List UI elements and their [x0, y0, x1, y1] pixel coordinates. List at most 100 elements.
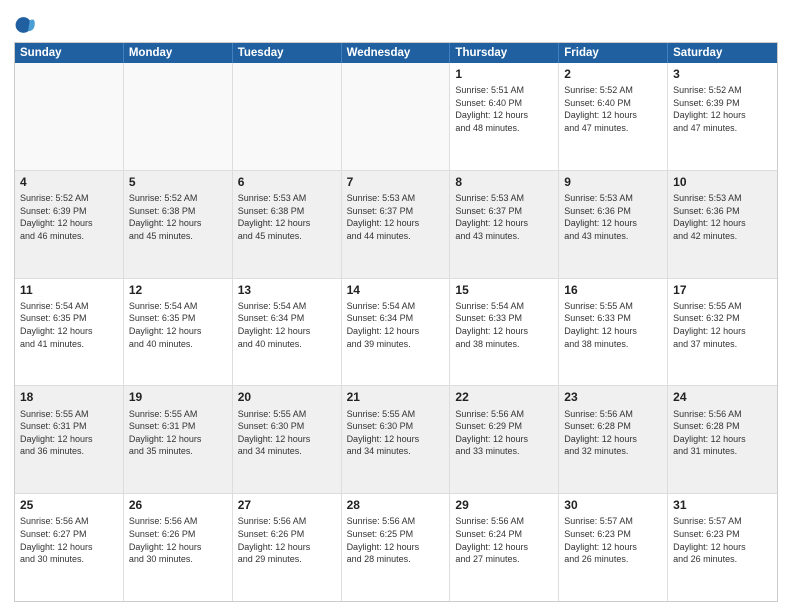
cell-info: Sunrise: 5:56 AM Sunset: 6:27 PM Dayligh… — [20, 515, 118, 565]
cell-info: Sunrise: 5:52 AM Sunset: 6:38 PM Dayligh… — [129, 192, 227, 242]
weekday-header: Tuesday — [233, 43, 342, 63]
cell-info: Sunrise: 5:55 AM Sunset: 6:31 PM Dayligh… — [129, 408, 227, 458]
calendar-cell: 18 Sunrise: 5:55 AM Sunset: 6:31 PM Dayli… — [15, 386, 124, 493]
day-number: 19 — [129, 389, 227, 405]
calendar-cell: 4 Sunrise: 5:52 AM Sunset: 6:39 PM Daylig… — [15, 171, 124, 278]
day-number: 13 — [238, 282, 336, 298]
calendar-cell — [233, 63, 342, 170]
cell-info: Sunrise: 5:57 AM Sunset: 6:23 PM Dayligh… — [564, 515, 662, 565]
day-number: 3 — [673, 66, 772, 82]
calendar-cell: 11Sunrise: 5:54 AM Sunset: 6:35 PM Dayli… — [15, 279, 124, 386]
cell-info: Sunrise: 5:56 AM Sunset: 6:28 PM Dayligh… — [673, 408, 772, 458]
cell-info: Sunrise: 5:51 AM Sunset: 6:40 PM Dayligh… — [455, 84, 553, 134]
cell-info: Sunrise: 5:56 AM Sunset: 6:24 PM Dayligh… — [455, 515, 553, 565]
calendar-cell: 19 Sunrise: 5:55 AM Sunset: 6:31 PM Dayli… — [124, 386, 233, 493]
calendar-week-row: 11Sunrise: 5:54 AM Sunset: 6:35 PM Dayli… — [15, 279, 777, 387]
calendar-cell: 3Sunrise: 5:52 AM Sunset: 6:39 PM Daylig… — [668, 63, 777, 170]
cell-info: Sunrise: 5:55 AM Sunset: 6:30 PM Dayligh… — [347, 408, 445, 458]
day-number: 5 — [129, 174, 227, 190]
day-number: 15 — [455, 282, 553, 298]
calendar-cell: 6 Sunrise: 5:53 AM Sunset: 6:38 PM Daylig… — [233, 171, 342, 278]
calendar-cell: 26Sunrise: 5:56 AM Sunset: 6:26 PM Dayli… — [124, 494, 233, 601]
weekday-header: Saturday — [668, 43, 777, 63]
cell-info: Sunrise: 5:56 AM Sunset: 6:26 PM Dayligh… — [238, 515, 336, 565]
calendar-cell: 30Sunrise: 5:57 AM Sunset: 6:23 PM Dayli… — [559, 494, 668, 601]
cell-info: Sunrise: 5:56 AM Sunset: 6:26 PM Dayligh… — [129, 515, 227, 565]
day-number: 20 — [238, 389, 336, 405]
day-number: 29 — [455, 497, 553, 513]
calendar-cell: 8 Sunrise: 5:53 AM Sunset: 6:37 PM Daylig… — [450, 171, 559, 278]
weekday-header: Sunday — [15, 43, 124, 63]
cell-info: Sunrise: 5:55 AM Sunset: 6:33 PM Dayligh… — [564, 300, 662, 350]
day-number: 21 — [347, 389, 445, 405]
cell-info: Sunrise: 5:54 AM Sunset: 6:35 PM Dayligh… — [129, 300, 227, 350]
logo-icon — [14, 14, 36, 36]
day-number: 28 — [347, 497, 445, 513]
day-number: 1 — [455, 66, 553, 82]
day-number: 9 — [564, 174, 662, 190]
calendar-cell: 2 Sunrise: 5:52 AM Sunset: 6:40 PM Daylig… — [559, 63, 668, 170]
calendar-cell: 23 Sunrise: 5:56 AM Sunset: 6:28 PM Dayli… — [559, 386, 668, 493]
cell-info: Sunrise: 5:56 AM Sunset: 6:29 PM Dayligh… — [455, 408, 553, 458]
day-number: 23 — [564, 389, 662, 405]
page: SundayMondayTuesdayWednesdayThursdayFrid… — [0, 0, 792, 612]
calendar-cell: 1 Sunrise: 5:51 AM Sunset: 6:40 PM Daylig… — [450, 63, 559, 170]
calendar-cell: 10Sunrise: 5:53 AM Sunset: 6:36 PM Dayli… — [668, 171, 777, 278]
cell-info: Sunrise: 5:54 AM Sunset: 6:34 PM Dayligh… — [238, 300, 336, 350]
calendar-cell — [15, 63, 124, 170]
calendar-week-row: 25 Sunrise: 5:56 AM Sunset: 6:27 PM Dayli… — [15, 494, 777, 601]
calendar-cell: 15 Sunrise: 5:54 AM Sunset: 6:33 PM Dayli… — [450, 279, 559, 386]
day-number: 12 — [129, 282, 227, 298]
day-number: 17 — [673, 282, 772, 298]
calendar-cell: 14Sunrise: 5:54 AM Sunset: 6:34 PM Dayli… — [342, 279, 451, 386]
cell-info: Sunrise: 5:55 AM Sunset: 6:32 PM Dayligh… — [673, 300, 772, 350]
day-number: 25 — [20, 497, 118, 513]
weekday-header: Wednesday — [342, 43, 451, 63]
weekday-header: Thursday — [450, 43, 559, 63]
day-number: 24 — [673, 389, 772, 405]
calendar-cell: 27 Sunrise: 5:56 AM Sunset: 6:26 PM Dayli… — [233, 494, 342, 601]
day-number: 6 — [238, 174, 336, 190]
cell-info: Sunrise: 5:52 AM Sunset: 6:40 PM Dayligh… — [564, 84, 662, 134]
calendar-cell: 13 Sunrise: 5:54 AM Sunset: 6:34 PM Dayli… — [233, 279, 342, 386]
calendar-cell: 22 Sunrise: 5:56 AM Sunset: 6:29 PM Dayli… — [450, 386, 559, 493]
day-number: 4 — [20, 174, 118, 190]
cell-info: Sunrise: 5:53 AM Sunset: 6:38 PM Dayligh… — [238, 192, 336, 242]
day-number: 22 — [455, 389, 553, 405]
calendar-cell — [124, 63, 233, 170]
logo — [14, 14, 40, 36]
calendar-cell: 28 Sunrise: 5:56 AM Sunset: 6:25 PM Dayli… — [342, 494, 451, 601]
day-number: 18 — [20, 389, 118, 405]
cell-info: Sunrise: 5:52 AM Sunset: 6:39 PM Dayligh… — [20, 192, 118, 242]
calendar-body: 1 Sunrise: 5:51 AM Sunset: 6:40 PM Daylig… — [15, 63, 777, 601]
calendar: SundayMondayTuesdayWednesdayThursdayFrid… — [14, 42, 778, 602]
cell-info: Sunrise: 5:56 AM Sunset: 6:25 PM Dayligh… — [347, 515, 445, 565]
day-number: 10 — [673, 174, 772, 190]
calendar-cell: 17 Sunrise: 5:55 AM Sunset: 6:32 PM Dayli… — [668, 279, 777, 386]
cell-info: Sunrise: 5:56 AM Sunset: 6:28 PM Dayligh… — [564, 408, 662, 458]
calendar-cell: 25 Sunrise: 5:56 AM Sunset: 6:27 PM Dayli… — [15, 494, 124, 601]
day-number: 31 — [673, 497, 772, 513]
cell-info: Sunrise: 5:54 AM Sunset: 6:33 PM Dayligh… — [455, 300, 553, 350]
weekday-header: Monday — [124, 43, 233, 63]
calendar-cell: 20Sunrise: 5:55 AM Sunset: 6:30 PM Dayli… — [233, 386, 342, 493]
calendar-cell: 5 Sunrise: 5:52 AM Sunset: 6:38 PM Daylig… — [124, 171, 233, 278]
day-number: 14 — [347, 282, 445, 298]
calendar-cell: 21 Sunrise: 5:55 AM Sunset: 6:30 PM Dayli… — [342, 386, 451, 493]
day-number: 2 — [564, 66, 662, 82]
cell-info: Sunrise: 5:53 AM Sunset: 6:36 PM Dayligh… — [564, 192, 662, 242]
cell-info: Sunrise: 5:57 AM Sunset: 6:23 PM Dayligh… — [673, 515, 772, 565]
day-number: 16 — [564, 282, 662, 298]
cell-info: Sunrise: 5:53 AM Sunset: 6:37 PM Dayligh… — [455, 192, 553, 242]
calendar-header: SundayMondayTuesdayWednesdayThursdayFrid… — [15, 43, 777, 63]
calendar-cell: 29 Sunrise: 5:56 AM Sunset: 6:24 PM Dayli… — [450, 494, 559, 601]
day-number: 8 — [455, 174, 553, 190]
calendar-cell: 7Sunrise: 5:53 AM Sunset: 6:37 PM Daylig… — [342, 171, 451, 278]
calendar-week-row: 1 Sunrise: 5:51 AM Sunset: 6:40 PM Daylig… — [15, 63, 777, 171]
weekday-header: Friday — [559, 43, 668, 63]
cell-info: Sunrise: 5:55 AM Sunset: 6:31 PM Dayligh… — [20, 408, 118, 458]
calendar-cell: 24 Sunrise: 5:56 AM Sunset: 6:28 PM Dayli… — [668, 386, 777, 493]
calendar-cell — [342, 63, 451, 170]
day-number: 27 — [238, 497, 336, 513]
cell-info: Sunrise: 5:53 AM Sunset: 6:37 PM Dayligh… — [347, 192, 445, 242]
